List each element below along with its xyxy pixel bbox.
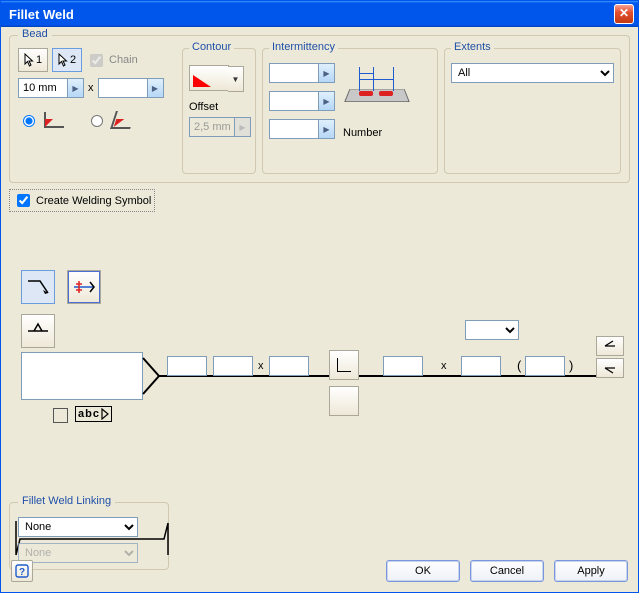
intermit-input3[interactable] [270,120,318,138]
bead-group: Bead 1 [9,35,630,183]
create-welding-symbol-checkbox[interactable]: Create Welding Symbol [9,189,155,212]
symbol-type-button-top[interactable] [329,350,359,380]
bead-size-spin[interactable]: ▶ [18,78,84,98]
fillet-skew-icon [110,108,136,130]
chevron-down-icon[interactable]: ▼ [228,66,244,92]
apply-button[interactable]: Apply [554,560,628,582]
bead-selection-column: 1 2 Chain [18,48,176,174]
contour-dropdown[interactable]: ▼ [189,65,229,91]
contour-legend: Contour [189,41,234,53]
symbol-field-b2[interactable] [461,356,501,376]
fillet-weld-dialog: Fillet Weld ✕ Bead 1 [0,0,639,593]
select-1-button[interactable]: 1 [18,48,48,72]
bead-sep: x [88,82,94,94]
intermit-input2[interactable] [270,92,318,110]
spin-arrow-icon[interactable]: ▶ [318,120,334,138]
sep-x: x [258,360,264,372]
cursor-icon [58,53,68,67]
select-1-label: 1 [36,54,42,66]
extents-select[interactable]: All [451,63,614,83]
help-icon: ? [15,564,29,578]
number-label: Number [343,127,413,139]
offset-input [190,118,234,136]
window-title: Fillet Weld [9,7,614,22]
leader-style-button[interactable] [21,270,55,304]
tail-swap-up-button[interactable] [596,336,624,356]
paren-open: ( [517,358,521,373]
spin-arrow-icon[interactable]: ▶ [147,79,163,97]
spin-arrow-icon[interactable]: ▶ [318,64,334,82]
ok-button[interactable]: OK [386,560,460,582]
intermit-field2[interactable]: ▶ [269,91,335,111]
note-toggle[interactable]: abc [75,406,112,422]
note-arrow-icon [101,408,109,420]
arrow-side-icon [26,321,50,341]
titlebar: Fillet Weld ✕ [1,1,638,27]
select-2-label: 2 [70,54,76,66]
bead-size2-input[interactable] [99,79,147,97]
cursor-icon [24,53,34,67]
weld-type-b-radio[interactable] [86,108,136,130]
intermit-field1[interactable]: ▶ [269,63,335,83]
symbol-field-b3[interactable] [525,356,565,376]
linking-secondary-select: None [18,543,138,563]
create-symbol-label: Create Welding Symbol [36,195,151,207]
linking-legend: Fillet Weld Linking [18,495,115,507]
all-around-toggle[interactable] [53,408,68,423]
create-symbol-check[interactable] [17,194,30,207]
bead-size2-spin[interactable]: ▶ [98,78,164,98]
extents-legend: Extents [451,41,494,53]
intermit-input1[interactable] [270,64,318,82]
help-button[interactable]: ? [11,560,33,582]
spin-arrow-icon[interactable]: ▶ [318,92,334,110]
offset-spin: ▶ [189,117,251,137]
select-2-button[interactable]: 2 [52,48,82,72]
tail-swap-down-button[interactable] [596,358,624,378]
sep-x2: x [441,360,447,372]
radio-a[interactable] [23,115,35,127]
leader-arrow-icon [26,277,50,297]
swap-down-icon [603,361,617,375]
placement-button[interactable] [67,270,101,304]
bead-legend: Bead [18,28,52,40]
arrow-side-button[interactable] [21,314,55,348]
swap-up-icon [603,339,617,353]
abc-label: abc [78,408,100,420]
intermittency-legend: Intermittency [269,41,338,53]
linking-group: Fillet Weld Linking None None [9,502,169,570]
paren-close: ) [569,358,573,373]
radio-b[interactable] [91,115,103,127]
contour-group: Contour ▼ Offset ▶ [182,48,256,174]
spin-arrow-icon[interactable]: ▶ [67,79,83,97]
symbol-field-a2[interactable] [213,356,253,376]
intermittency-group: Intermittency ▶ ▶ [262,48,438,174]
weld-type-a-radio[interactable] [18,108,68,130]
symbol-type-button-bottom[interactable] [329,386,359,416]
intermit-field3[interactable]: ▶ [269,119,335,139]
symbol-field-a3[interactable] [269,356,309,376]
welding-symbol-area: x x ( ) abc [9,258,630,458]
intermittency-diagram-icon [343,63,413,119]
symbol-field-a1[interactable] [167,356,207,376]
fillet-symbol-icon [337,358,351,372]
symbol-field-b1[interactable] [383,356,423,376]
svg-text:?: ? [19,567,25,578]
chain-checkbox[interactable] [90,54,103,67]
contour-triangle-icon [193,75,211,87]
bead-size-input[interactable] [19,79,67,97]
offset-label: Offset [189,101,249,113]
chain-checkbox-wrap[interactable]: Chain [86,51,138,70]
extents-group: Extents All [444,48,621,174]
symbol-combo[interactable] [465,320,519,340]
cancel-button[interactable]: Cancel [470,560,544,582]
fillet-square-icon [42,108,68,130]
button-bar: OK Cancel Apply [386,560,628,582]
placement-icon [72,277,96,297]
spin-arrow-icon: ▶ [234,118,250,136]
chain-label: Chain [109,54,138,66]
close-button[interactable]: ✕ [614,4,634,24]
